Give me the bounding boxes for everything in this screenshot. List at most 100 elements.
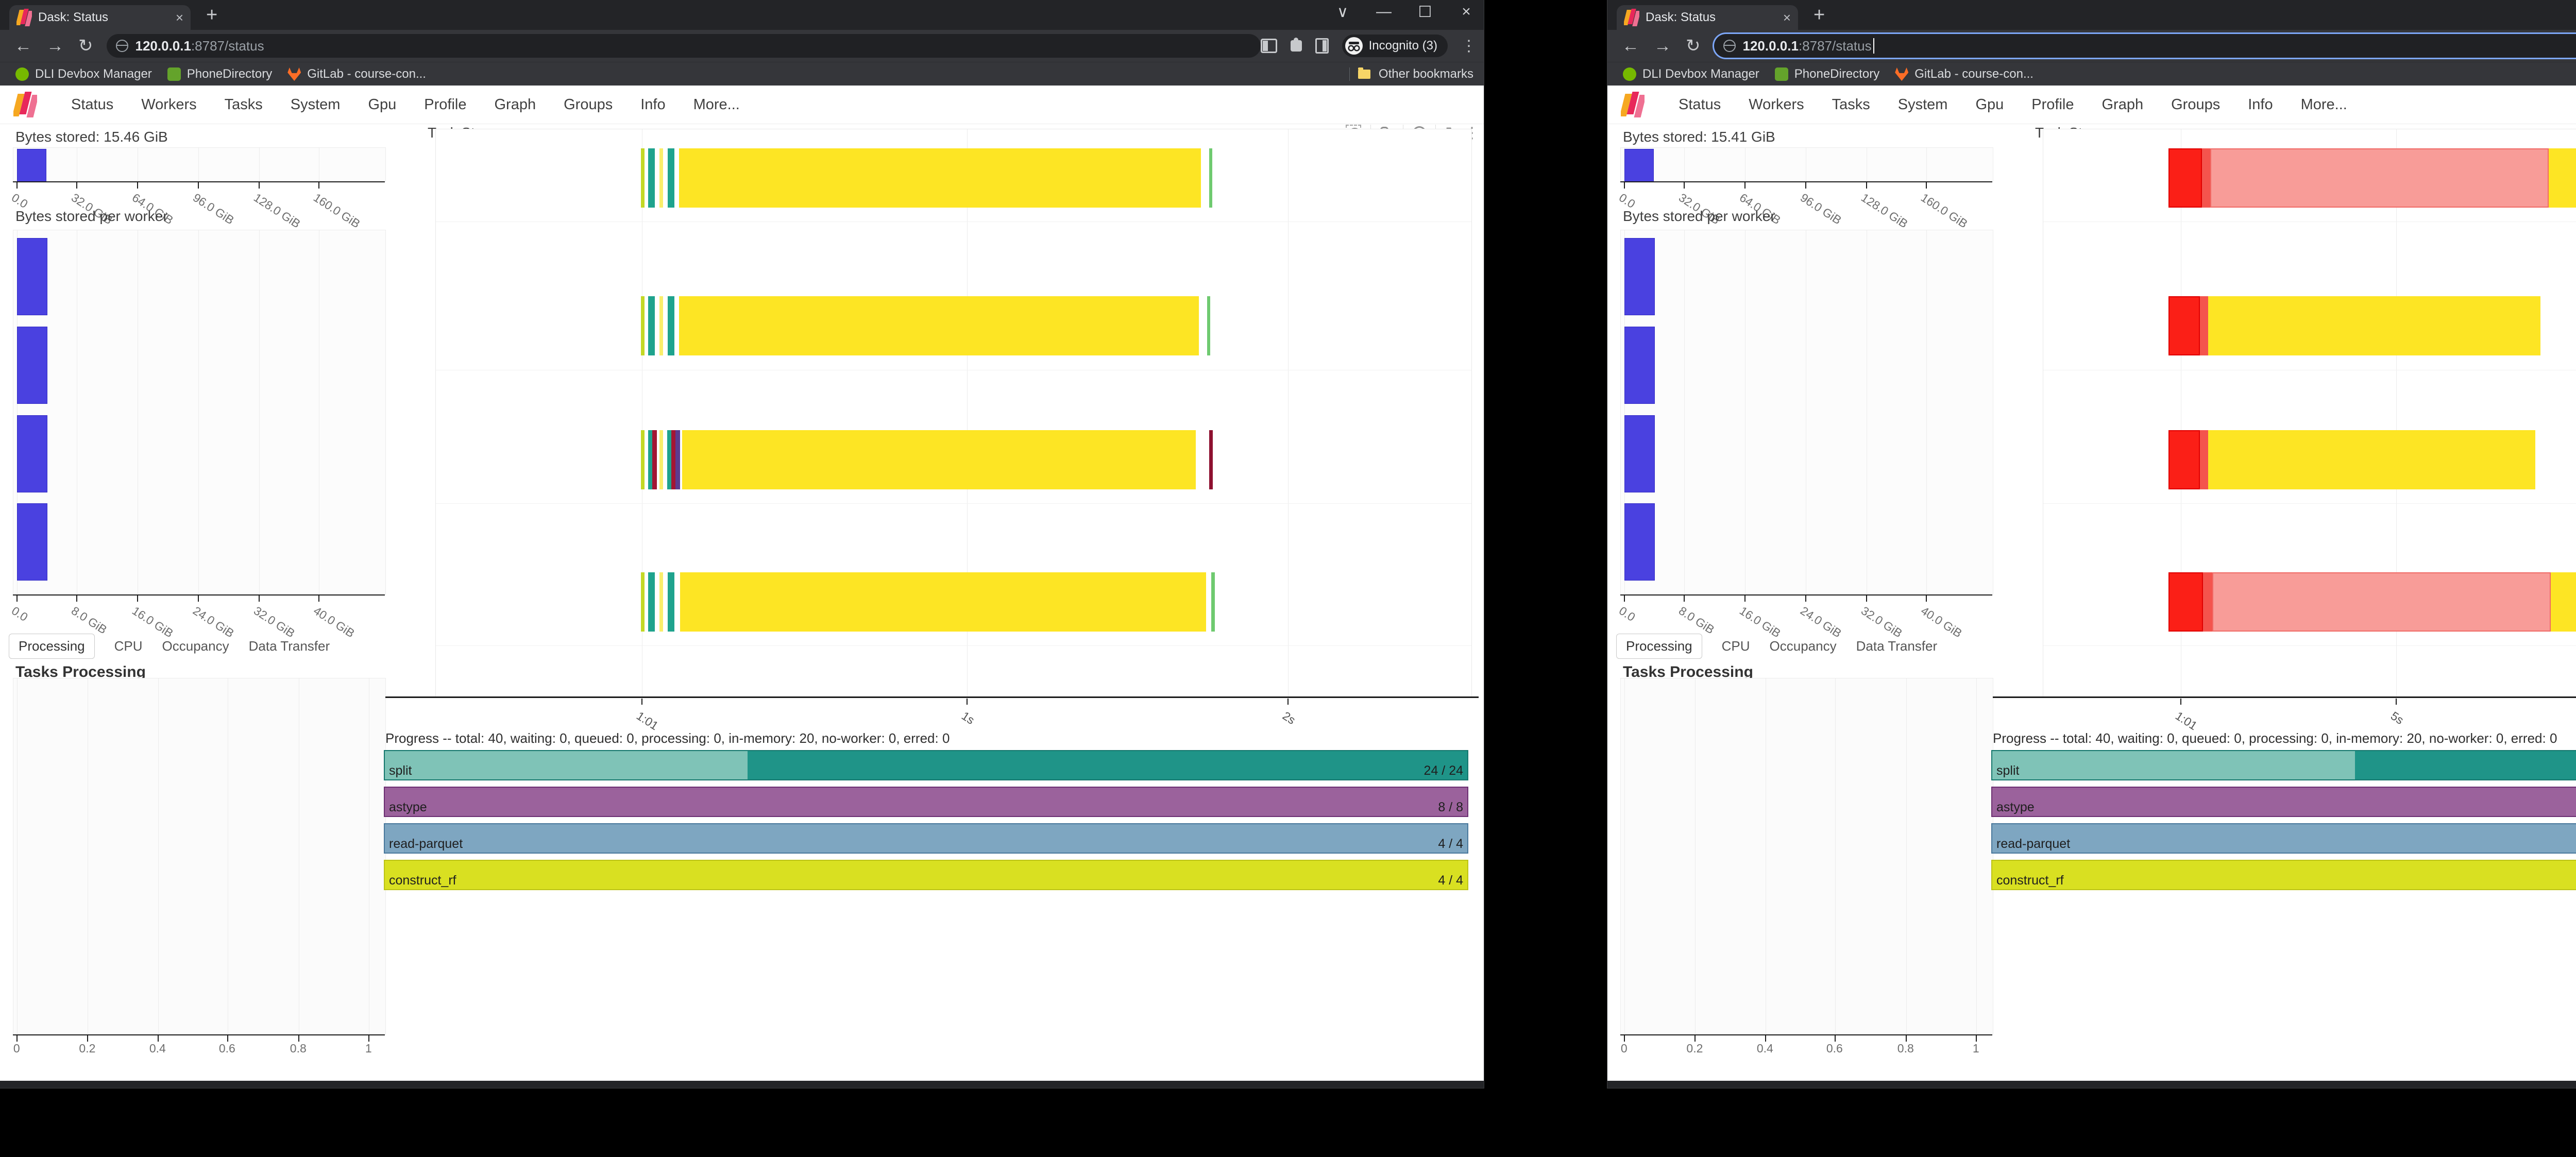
- nav-item-1[interactable]: Workers: [141, 96, 196, 113]
- site-info-icon[interactable]: [116, 40, 128, 52]
- task-segment[interactable]: [667, 430, 671, 489]
- task-segment[interactable]: [648, 430, 652, 489]
- status-tab-0[interactable]: Processing: [9, 634, 95, 659]
- forward-icon[interactable]: →: [1654, 36, 1671, 56]
- task-segment[interactable]: [2208, 296, 2540, 355]
- new-tab-button[interactable]: +: [206, 4, 217, 26]
- bookmark-item[interactable]: PhoneDirectory: [167, 67, 272, 81]
- nav-item-0[interactable]: Status: [1679, 96, 1721, 113]
- bookmark-item[interactable]: DLI Devbox Manager: [15, 67, 152, 81]
- task-segment[interactable]: [2168, 572, 2202, 632]
- nav-item-5[interactable]: Profile: [424, 96, 466, 113]
- reload-icon[interactable]: ↻: [78, 36, 93, 56]
- task-segment[interactable]: [641, 572, 645, 632]
- task-segment[interactable]: [2208, 430, 2535, 489]
- nav-item-3[interactable]: System: [291, 96, 341, 113]
- status-tab-3[interactable]: Data Transfer: [1856, 638, 1938, 654]
- nav-item-2[interactable]: Tasks: [1832, 96, 1870, 113]
- task-stream-plot[interactable]: func_fit: 7.76 s: [2043, 129, 2576, 697]
- bookmark-item[interactable]: DLI Devbox Manager: [1623, 67, 1759, 81]
- url-bar[interactable]: 120.0.0.1 :8787/status: [107, 34, 1261, 58]
- task-stream-plot[interactable]: [435, 129, 1472, 697]
- nav-item-6[interactable]: Graph: [495, 96, 536, 113]
- task-segment[interactable]: [2202, 148, 2210, 208]
- nav-item-3[interactable]: System: [1898, 96, 1948, 113]
- status-tab-0[interactable]: Processing: [1616, 634, 1702, 659]
- task-segment[interactable]: [2210, 148, 2549, 208]
- task-segment[interactable]: [1209, 430, 1213, 489]
- minimize-button[interactable]: —: [1375, 3, 1393, 21]
- browser-tab[interactable]: Dask: Status ×: [1617, 5, 1798, 30]
- task-segment[interactable]: [659, 296, 663, 355]
- status-tab-2[interactable]: Occupancy: [162, 638, 229, 654]
- reading-list-icon[interactable]: [1315, 38, 1329, 54]
- task-segment[interactable]: [679, 148, 1201, 208]
- reload-icon[interactable]: ↻: [1686, 36, 1701, 56]
- bookmark-item[interactable]: GitLab - course-con...: [287, 67, 426, 81]
- task-segment[interactable]: [641, 148, 645, 208]
- tab-close-icon[interactable]: ×: [1783, 10, 1791, 26]
- nav-item-9[interactable]: More...: [2301, 96, 2347, 113]
- back-icon[interactable]: ←: [1622, 36, 1639, 56]
- task-segment[interactable]: [668, 296, 674, 355]
- task-segment[interactable]: [648, 296, 655, 355]
- task-segment[interactable]: [1207, 296, 1210, 355]
- profile-badge[interactable]: Incognito (3): [1342, 35, 1448, 57]
- task-segment[interactable]: [675, 430, 680, 489]
- task-segment[interactable]: [680, 572, 1206, 632]
- task-segment[interactable]: [671, 430, 675, 489]
- nav-item-7[interactable]: Groups: [564, 96, 613, 113]
- maximize-button[interactable]: ☐: [1416, 3, 1434, 21]
- status-tab-1[interactable]: CPU: [114, 638, 143, 654]
- task-segment[interactable]: [641, 296, 645, 355]
- tab-search-icon[interactable]: ∨: [1333, 3, 1352, 21]
- nav-item-8[interactable]: Info: [640, 96, 665, 113]
- url-bar[interactable]: 120.0.0.1 :8787/status: [1714, 34, 2576, 58]
- task-segment[interactable]: [2168, 430, 2199, 489]
- task-segment[interactable]: [659, 572, 663, 632]
- task-segment[interactable]: [668, 572, 674, 632]
- back-icon[interactable]: ←: [14, 36, 32, 56]
- nav-item-5[interactable]: Profile: [2031, 96, 2074, 113]
- browser-tab[interactable]: Dask: Status ×: [9, 5, 191, 30]
- task-segment[interactable]: [652, 430, 657, 489]
- status-tab-3[interactable]: Data Transfer: [249, 638, 330, 654]
- task-segment[interactable]: [659, 148, 663, 208]
- task-segment[interactable]: [2203, 572, 2212, 632]
- site-info-icon[interactable]: [1723, 40, 1736, 52]
- status-tab-1[interactable]: CPU: [1722, 638, 1750, 654]
- task-segment[interactable]: [1209, 148, 1212, 208]
- nav-item-1[interactable]: Workers: [1749, 96, 1804, 113]
- tab-close-icon[interactable]: ×: [176, 10, 183, 26]
- nav-item-9[interactable]: More...: [693, 96, 740, 113]
- task-segment[interactable]: [2168, 296, 2199, 355]
- nav-item-4[interactable]: Gpu: [1975, 96, 2004, 113]
- task-segment[interactable]: [659, 430, 663, 489]
- side-panel-icon[interactable]: [1261, 39, 1277, 53]
- nav-item-0[interactable]: Status: [71, 96, 113, 113]
- bookmark-item[interactable]: PhoneDirectory: [1775, 67, 1879, 81]
- task-segment[interactable]: [648, 148, 655, 208]
- task-segment[interactable]: [2200, 430, 2208, 489]
- other-bookmarks[interactable]: Other bookmarks: [1379, 67, 1473, 81]
- task-segment[interactable]: [2212, 572, 2551, 632]
- task-segment[interactable]: [2168, 148, 2201, 208]
- close-button[interactable]: ×: [1457, 3, 1476, 21]
- nav-item-6[interactable]: Graph: [2102, 96, 2144, 113]
- new-tab-button[interactable]: +: [1814, 4, 1825, 26]
- menu-icon[interactable]: ⋮: [1461, 37, 1477, 55]
- task-segment[interactable]: [1211, 572, 1214, 632]
- task-segment[interactable]: [2549, 148, 2576, 208]
- status-tab-2[interactable]: Occupancy: [1770, 638, 1837, 654]
- nav-item-7[interactable]: Groups: [2171, 96, 2220, 113]
- nav-item-8[interactable]: Info: [2248, 96, 2273, 113]
- extensions-icon[interactable]: [1291, 40, 1302, 52]
- nav-item-4[interactable]: Gpu: [368, 96, 396, 113]
- forward-icon[interactable]: →: [46, 36, 64, 56]
- task-segment[interactable]: [679, 296, 1199, 355]
- nav-item-2[interactable]: Tasks: [225, 96, 263, 113]
- bookmark-item[interactable]: GitLab - course-con...: [1895, 67, 2033, 81]
- task-segment[interactable]: [2551, 572, 2576, 632]
- task-segment[interactable]: [2200, 296, 2208, 355]
- task-segment[interactable]: [641, 430, 645, 489]
